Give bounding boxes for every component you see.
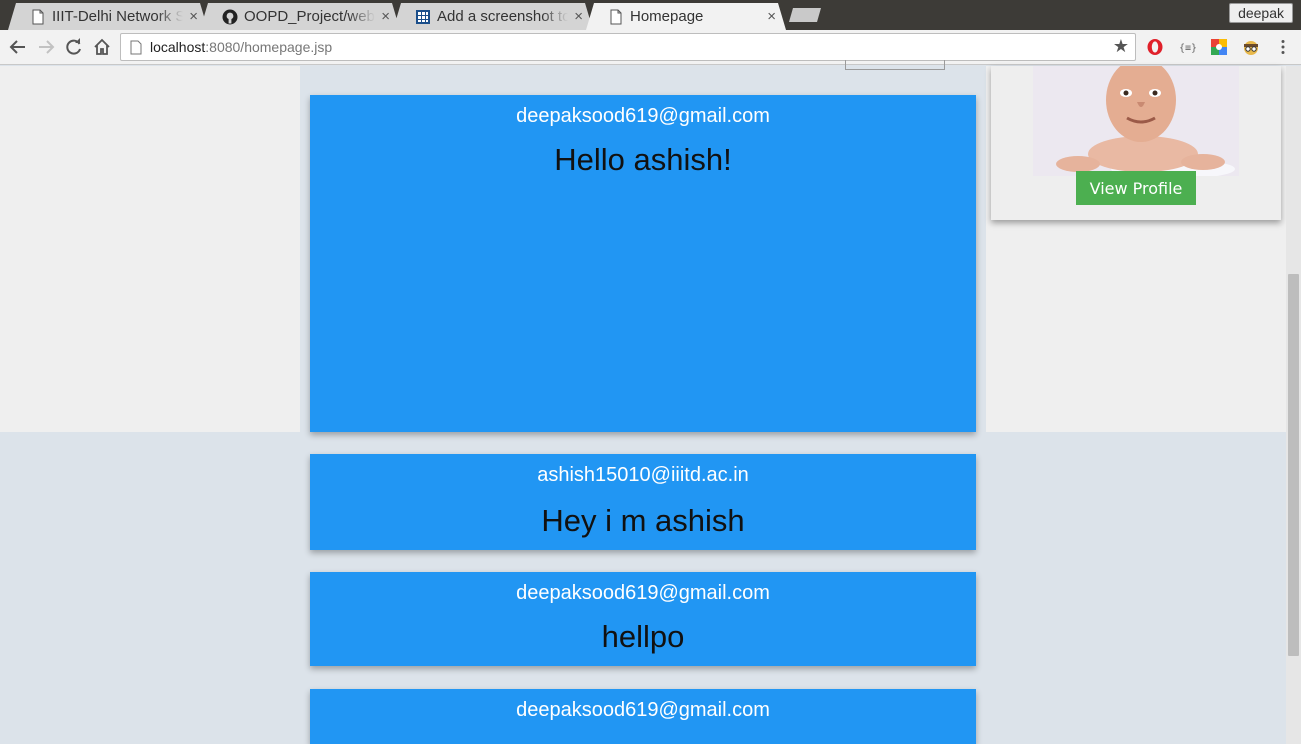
browser-toolbar: localhost:8080/homepage.jsp ★ {≡} bbox=[0, 30, 1301, 65]
tab-iiit-delhi[interactable]: IIIT-Delhi Network S × bbox=[8, 3, 208, 30]
tab-title: IIIT-Delhi Network S bbox=[52, 8, 184, 25]
github-icon bbox=[222, 9, 238, 24]
profile-card: View Profile bbox=[991, 66, 1281, 220]
post-author[interactable]: deepaksood619@gmail.com bbox=[310, 582, 976, 604]
json-viewer-icon[interactable]: {≡} bbox=[1178, 38, 1196, 56]
home-icon[interactable] bbox=[92, 37, 112, 57]
bookmark-star-icon[interactable]: ★ bbox=[1113, 36, 1129, 57]
tab-close-icon[interactable]: × bbox=[767, 8, 776, 25]
tab-close-icon[interactable]: × bbox=[189, 8, 198, 25]
scrollbar-thumb[interactable] bbox=[1288, 274, 1299, 656]
opera-icon[interactable] bbox=[1146, 38, 1164, 56]
reload-icon[interactable] bbox=[64, 37, 84, 57]
post-author[interactable]: deepaksood619@gmail.com bbox=[310, 105, 976, 127]
tab-homepage[interactable]: Homepage × bbox=[586, 3, 786, 30]
tab-strip: IIIT-Delhi Network S × OOPD_Project/web … bbox=[0, 0, 1301, 30]
post-card: deepaksood619@gmail.com bbox=[310, 689, 976, 744]
view-profile-button[interactable]: View Profile bbox=[1076, 171, 1196, 205]
avatar-photo-icon bbox=[1033, 66, 1239, 176]
address-bar[interactable]: localhost:8080/homepage.jsp ★ bbox=[120, 33, 1136, 61]
post-message: Hello ashish! bbox=[554, 142, 732, 177]
menu-kebab-icon[interactable] bbox=[1274, 38, 1292, 56]
url-text: localhost:8080/homepage.jsp bbox=[150, 39, 332, 55]
spy-extension-icon[interactable] bbox=[1242, 38, 1260, 56]
tab-title: OOPD_Project/web bbox=[244, 8, 375, 25]
post-message: Hey i m ashish bbox=[541, 503, 745, 538]
page-icon bbox=[32, 9, 44, 24]
left-sidebar bbox=[0, 66, 300, 432]
back-arrow-icon[interactable] bbox=[8, 37, 28, 57]
post-message: hellpo bbox=[601, 619, 685, 654]
new-tab-button[interactable] bbox=[789, 8, 821, 22]
tab-oopd-project[interactable]: OOPD_Project/web × bbox=[200, 3, 400, 30]
tab-title: Add a screenshot to bbox=[437, 8, 569, 25]
post-button[interactable] bbox=[845, 60, 945, 70]
forward-arrow-icon[interactable] bbox=[36, 37, 56, 57]
tab-title: Homepage bbox=[630, 8, 704, 25]
page-icon bbox=[610, 9, 622, 24]
post-author[interactable]: ashish15010@iiitd.ac.in bbox=[310, 464, 976, 486]
feed-top-strip bbox=[300, 66, 986, 95]
page-info-icon[interactable] bbox=[130, 40, 142, 55]
tab-close-icon[interactable]: × bbox=[574, 8, 583, 25]
url-host: localhost bbox=[150, 39, 206, 55]
profile-button[interactable]: deepak bbox=[1229, 3, 1293, 23]
tab-close-icon[interactable]: × bbox=[381, 8, 390, 25]
post-card: deepaksood619@gmail.com Hello ashish! bbox=[310, 95, 976, 432]
grid-icon bbox=[416, 9, 430, 24]
page-content: View Profile deepaksood619@gmail.com Hel… bbox=[0, 60, 1286, 744]
tab-add-screenshot[interactable]: Add a screenshot to × bbox=[393, 3, 593, 30]
google-extension-icon[interactable] bbox=[1210, 38, 1228, 56]
svg-text:{≡}: {≡} bbox=[1179, 43, 1196, 54]
url-path: :8080/homepage.jsp bbox=[205, 39, 333, 55]
vertical-scrollbar[interactable] bbox=[1286, 66, 1301, 744]
avatar bbox=[1033, 66, 1239, 176]
post-card: deepaksood619@gmail.com hellpo bbox=[310, 572, 976, 666]
post-card: ashish15010@iiitd.ac.in Hey i m ashish bbox=[310, 454, 976, 550]
post-author[interactable]: deepaksood619@gmail.com bbox=[310, 699, 976, 721]
